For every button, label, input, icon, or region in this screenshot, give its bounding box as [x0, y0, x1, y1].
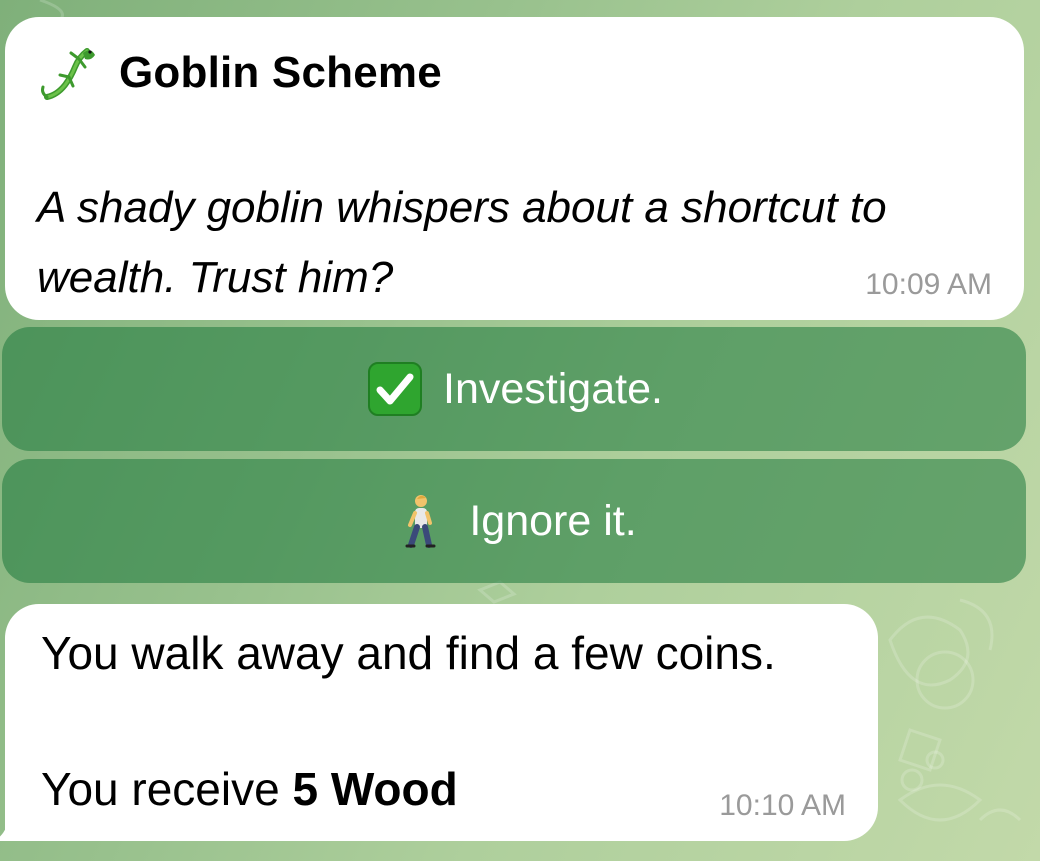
investigate-button[interactable]: Investigate. [2, 327, 1026, 451]
check-mark-icon [368, 362, 423, 416]
reward-amount: 5 Wood [292, 763, 458, 815]
message-title: Goblin Scheme [119, 48, 442, 97]
lizard-icon [41, 48, 95, 100]
message-bubble-goblin-scheme: Goblin Scheme A shady goblin whispers ab… [5, 17, 1024, 320]
bubble-tail [0, 815, 21, 841]
reward-prefix: You receive [41, 763, 293, 815]
ignore-button[interactable]: Ignore it. [2, 459, 1026, 583]
investigate-button-label: Investigate. [443, 364, 663, 413]
ignore-button-label: Ignore it. [469, 496, 637, 545]
message-title-row: Goblin Scheme [39, 43, 442, 103]
message-timestamp: 10:10 AM [719, 789, 846, 822]
walking-person-icon [405, 495, 436, 548]
message-bubble-result: You walk away and find a few coins. You … [0, 604, 878, 841]
reward-text: You receive 5 Wood [41, 762, 458, 816]
message-body: A shady goblin whispers about a shortcut… [37, 183, 887, 302]
result-text: You walk away and find a few coins. [41, 627, 776, 679]
message-timestamp: 10:09 AM [865, 268, 992, 301]
